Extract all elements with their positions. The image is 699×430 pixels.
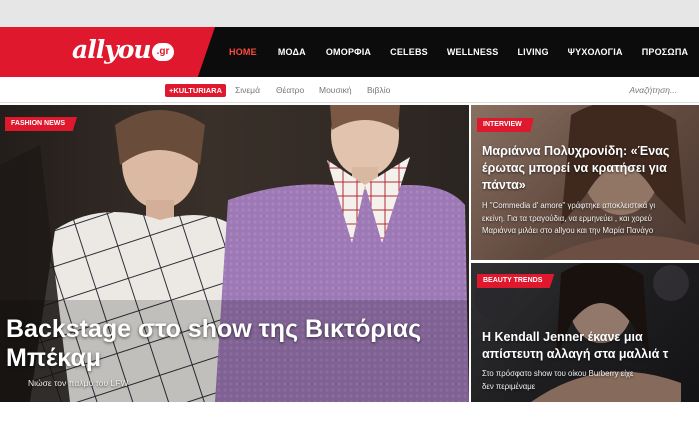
nav-item-omorfia[interactable]: ΟΜΟΡΦΙΑ (326, 47, 371, 57)
beauty-excerpt-line1: Στο πρόσφατο show του οίκου Burberry είχ… (482, 369, 634, 378)
subnav-link-music[interactable]: Μουσική (319, 85, 352, 95)
sub-nav: +KULTURIARA Σινεμά Θέατρο Μουσική Βιβλίο (0, 77, 699, 103)
page-bottom-area (0, 402, 699, 430)
nav-item-celebs[interactable]: CELEBS (390, 47, 428, 57)
hero-article[interactable]: FASHION NEWS Backstage στο show της Βικτ… (0, 105, 469, 402)
interview-excerpt: Η "Commedia d' amore" γράφτηκε αποκλειστ… (482, 200, 655, 238)
beauty-trends-card[interactable]: BEAUTY TRENDS Η Kendall Jenner έκανε μια… (471, 263, 699, 402)
subnav-link-books[interactable]: Βιβλίο (367, 85, 390, 95)
kulturiara-badge[interactable]: +KULTURIARA (165, 84, 226, 97)
beauty-title-line1: Η Kendall Jenner έκανε μια (482, 330, 643, 344)
interview-card[interactable]: INTERVIEW Μαριάννα Πολυχρονίδη: «Ένας έρ… (471, 105, 699, 260)
site-header: allyou .gr HOME ΜΟΔΑ ΟΜΟΡΦΙΑ CELEBS WELL… (0, 27, 699, 77)
nav-item-psychologia[interactable]: ΨΥΧΟΛΟΓΙΑ (568, 47, 623, 57)
nav-item-home[interactable]: HOME (229, 47, 257, 57)
interview-title-line1: Μαριάννα Πολυχρονίδη: «Ένας (482, 144, 670, 158)
beauty-excerpt: Στο πρόσφατο show του οίκου Burberry είχ… (482, 368, 634, 393)
interview-tag[interactable]: INTERVIEW (477, 118, 534, 132)
beauty-trends-tag[interactable]: BEAUTY TRENDS (477, 274, 555, 288)
subnav-link-cinema[interactable]: Σινεμά (235, 85, 260, 95)
logo-gr-badge: .gr (152, 43, 174, 61)
nav-item-moda[interactable]: ΜΟΔΑ (278, 47, 306, 57)
main-nav: HOME ΜΟΔΑ ΟΜΟΡΦΙΑ CELEBS WELLNESS LIVING… (229, 27, 688, 77)
site-logo[interactable]: allyou (72, 35, 152, 64)
interview-title-line2: έρωτας μπορεί να κρατήσει για (482, 161, 667, 175)
beauty-excerpt-line2: δεν περιμέναμε (482, 381, 536, 391)
browser-top-strip (0, 0, 699, 27)
hero-subtitle: Νιώσε τον παλμό του LFW (28, 378, 129, 388)
beauty-title-line2: απίστευτη αλλαγή στα μαλλιά τ (482, 347, 669, 361)
fashion-news-tag[interactable]: FASHION NEWS (5, 117, 78, 131)
subnav-link-theatre[interactable]: Θέατρο (276, 85, 304, 95)
interview-title[interactable]: Μαριάννα Πολυχρονίδη: «Ένας έρωτας μπορε… (482, 143, 669, 194)
nav-item-prosopa[interactable]: ΠΡΟΣΩΠΑ (642, 47, 689, 57)
search-input[interactable] (588, 81, 699, 99)
hero-headline[interactable]: Backstage στο show της Βικτόριας Μπέκαμ (6, 315, 466, 373)
interview-excerpt-line1: Η "Commedia d' amore" γράφτηκε αποκλειστ… (482, 201, 656, 210)
beauty-title[interactable]: Η Kendall Jenner έκανε μια απίστευτη αλλ… (482, 329, 668, 363)
interview-excerpt-line2: εκείνη. Για τα τραγούδια, να ερμηνεύει ,… (482, 213, 652, 223)
nav-item-wellness[interactable]: WELLNESS (447, 47, 499, 57)
nav-item-living[interactable]: LIVING (517, 47, 548, 57)
hero-headline-line2: Μπέκαμ (6, 344, 102, 372)
interview-excerpt-line3: Μαριάννα μιλάει στο allyou και την Μαρία… (482, 226, 654, 235)
interview-title-line3: πάντα» (482, 178, 526, 192)
hero-headline-line1: Backstage στο show της Βικτόριας (6, 315, 422, 343)
